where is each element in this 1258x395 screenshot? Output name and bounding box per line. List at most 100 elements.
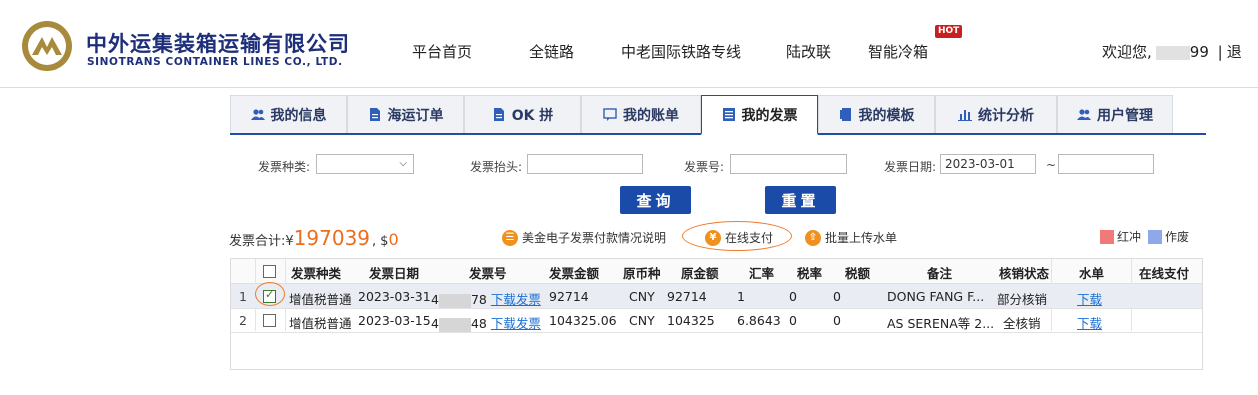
invoice-title-input[interactable] [527,154,643,174]
cell-date: 2023-03-15 [358,313,431,328]
reset-button[interactable]: 重置 [765,186,836,214]
hot-badge: HOT [935,25,963,38]
welcome-text: 欢迎您, [1102,43,1152,61]
col-writeoff-status: 核销状态 [999,266,1050,281]
nav-home[interactable]: 平台首页 [412,41,472,62]
tab-my-invoices[interactable]: 我的发票 [701,95,818,135]
tab-my-info[interactable]: 我的信息 [230,95,347,133]
invoice-type-select[interactable]: ⌵ [316,154,414,174]
red-swatch [1100,229,1114,244]
download-slip-link[interactable]: 下载 [1077,313,1102,332]
upload-icon: ⇧ [805,229,821,246]
header-divider [0,87,1258,88]
cell-original-amount: 92714 [667,289,707,304]
cell-currency: CNY [629,313,655,328]
nav-china-laos-railway[interactable]: 中老国际铁路专线 [621,41,741,62]
download-slip-link[interactable]: 下载 [1077,289,1102,308]
void-swatch [1148,229,1162,244]
select-all-checkbox[interactable] [263,265,276,278]
invoice-number-head: 4 [431,316,439,331]
col-tax-rate: 税率 [797,266,823,281]
tab-my-templates[interactable]: 我的模板 [818,95,935,133]
payment-info-link[interactable]: ☰ 美金电子发票付款情况说明 [502,229,666,246]
usd-total: 0 [388,230,399,249]
payment-info-label: 美金电子发票付款情况说明 [522,231,667,245]
checkbox-highlight-circle [255,282,285,306]
tab-label: 我的账单 [623,107,679,124]
col-exchange-rate: 汇率 [749,266,775,281]
download-invoice-link[interactable]: 下载发票 [491,292,541,307]
tab-sea-orders[interactable]: 海运订单 [347,95,464,133]
tab-statistics[interactable]: 统计分析 [935,95,1057,133]
cell-type: 增值税普通 [289,316,352,331]
masked-number [438,293,471,308]
table-header: 发票种类 发票日期 发票号 发票金额 原币种 原金额 汇率 税率 税额 备注 核… [231,259,1202,284]
date-from-input[interactable]: 2023-03-01 [940,154,1036,174]
table-row[interactable]: 2 增值税普通 2023-03-15 4 48 下载发票 104325.06 CN… [231,308,1202,333]
masked-username [1155,45,1190,60]
invoice-number-label: 发票号: [684,160,725,174]
invoice-type-label: 发票种类: [258,160,311,174]
tab-label: 海运订单 [387,107,444,124]
invoice-title-label: 发票抬头: [470,160,523,174]
invoice-number-input[interactable] [730,154,847,174]
tab-ok-consolidation[interactable]: OK 拼 [464,95,581,133]
chat-icon [603,108,617,121]
download-invoice-link[interactable]: 下载发票 [491,316,541,331]
nav-full-chain[interactable]: 全链路 [529,41,574,62]
batch-upload-link[interactable]: ⇧ 批量上传水单 [805,229,897,246]
total-sep: , [372,234,377,249]
cell-currency: CNY [629,289,655,304]
col-original-currency: 原币种 [623,266,661,281]
cell-rate: 1 [737,289,745,304]
tab-label: 我的发票 [741,107,798,124]
cell-date: 2023-03-31 [358,289,431,304]
cell-tax: 0 [833,289,841,304]
date-to-input[interactable] [1058,154,1154,174]
batch-upload-label: 批量上传水单 [825,231,898,245]
users-icon [250,109,265,120]
file-icon [839,108,851,121]
tab-label: 我的模板 [858,107,915,124]
col-invoice-type: 发票种类 [291,266,342,281]
list-icon [722,108,735,121]
nav-land-to-rail[interactable]: 陆改联 [786,41,831,62]
tab-user-management[interactable]: 用户管理 [1057,95,1173,133]
nav-smart-reefer[interactable]: 智能冷箱 [868,41,928,62]
cell-amount: 92714 [549,289,589,304]
cell-tax-rate: 0 [789,313,797,328]
col-invoice-number: 发票号 [469,266,507,281]
date-range-separator: ~ [1046,158,1057,172]
tab-my-bills[interactable]: 我的账单 [581,95,701,133]
cell-tax-rate: 0 [789,289,797,304]
tab-label: OK 拼 [511,107,554,124]
void-label: 作废 [1165,230,1190,244]
invoice-number-head: 4 [431,292,439,307]
tab-label: 统计分析 [978,107,1034,124]
cell-amount: 104325.06 [549,313,617,328]
cell-remark: DONG FANG F... [887,289,985,304]
cell-rate: 6.8643 [737,313,781,328]
username-tail: 99 [1189,43,1209,61]
total-label: 发票合计: [229,234,286,249]
cell-status: 部分核销 [997,292,1048,307]
table-row[interactable]: 1 增值税普通 2023-03-31 4 78 下载发票 92714 CNY 92… [231,284,1202,309]
tab-label: 用户管理 [1097,107,1153,124]
logout-link[interactable]: 退 [1227,43,1242,61]
tab-label: 我的信息 [270,107,327,124]
row-number: 2 [239,313,247,328]
header-separator: | [1217,43,1223,61]
invoice-number-tail: 48 [470,316,487,331]
bar-chart-icon [958,110,972,121]
cell-type: 增值税普通 [289,292,352,307]
col-remark: 备注 [927,266,953,281]
invoice-total: 发票合计:¥197039, $0 [229,226,399,250]
row-checkbox[interactable] [263,314,276,327]
users-icon [1077,109,1091,120]
col-original-amount: 原金额 [681,266,719,281]
cell-remark: AS SERENA等 2... [887,316,995,331]
query-button[interactable]: 查询 [620,186,691,214]
masked-number [438,317,471,332]
document-icon: ☰ [502,229,518,246]
cny-total: 197039 [293,226,371,250]
